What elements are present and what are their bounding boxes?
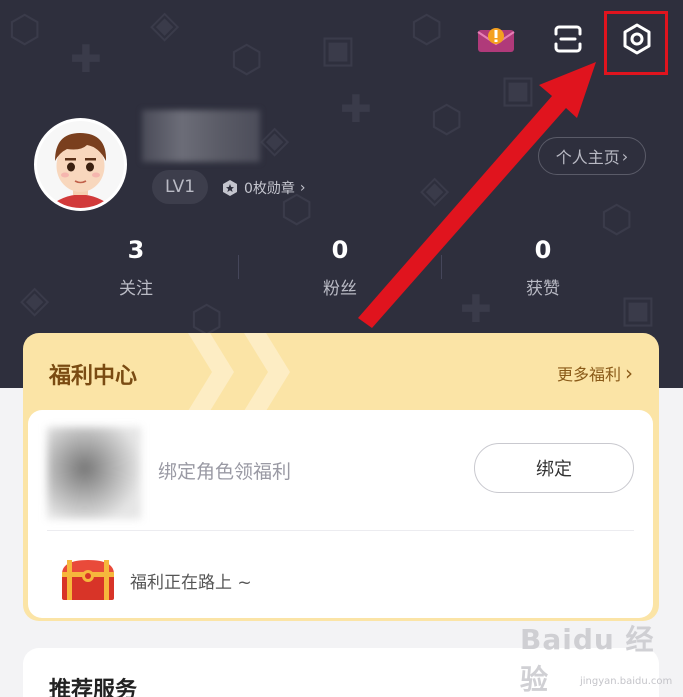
level-badge: LV1 — [152, 170, 208, 204]
stat-divider — [238, 255, 239, 279]
stat-divider — [441, 255, 442, 279]
chevron-right-icon: › — [621, 146, 629, 166]
bind-button[interactable]: 绑定 — [474, 443, 634, 493]
watermark-url: jingyan.baidu.com — [580, 676, 673, 687]
divider — [47, 530, 634, 531]
settings-highlight-box — [604, 11, 668, 75]
treasure-chest-icon — [58, 556, 118, 600]
medals-link[interactable]: 0枚勋章 › — [221, 176, 306, 200]
profile-header: ⬡ ✚ ◈ ⬡ ▣ ⬡ ◈ ✚ ⬡ ▣ ⬡ ◈ ⬡ ◈ ⬡ ✚ ▣ LV1 0枚… — [0, 0, 683, 388]
more-welfare-link[interactable]: 更多福利 › — [557, 361, 633, 385]
stat-likes[interactable]: 0 获赞 — [488, 236, 598, 299]
envelope-alert-icon[interactable] — [473, 16, 519, 62]
avatar[interactable] — [34, 118, 127, 211]
stat-following[interactable]: 3 关注 — [81, 236, 191, 299]
game-thumbnail-blurred — [47, 427, 141, 519]
stat-value: 3 — [127, 236, 145, 264]
stat-label: 关注 — [119, 279, 153, 299]
welfare-content: 绑定角色领福利 绑定 福利正在路上 ~ — [28, 410, 653, 618]
more-welfare-label: 更多福利 — [556, 365, 621, 384]
stat-value: 0 — [331, 236, 349, 264]
homepage-button[interactable]: 个人主页 › — [538, 137, 646, 175]
medals-label: 0枚勋章 — [244, 181, 295, 197]
welfare-center-card: 福利中心 更多福利 › 绑定角色领福利 绑定 福利正在路上 ~ — [23, 333, 659, 621]
stat-value: 0 — [534, 236, 552, 264]
medal-icon — [223, 180, 237, 196]
bind-role-text: 绑定角色领福利 — [158, 461, 292, 483]
homepage-label: 个人主页 — [555, 148, 620, 167]
stat-followers[interactable]: 0 粉丝 — [285, 236, 395, 299]
header-chevron-decoration — [188, 333, 290, 411]
level-label: LV1 — [164, 177, 196, 197]
services-title: 推荐服务 — [49, 678, 138, 697]
welfare-on-the-way-text: 福利正在路上 ~ — [130, 573, 252, 593]
scan-icon[interactable] — [545, 16, 591, 62]
chevron-right-icon: › — [299, 180, 306, 196]
welfare-title: 福利中心 — [49, 364, 138, 389]
username-blurred — [142, 110, 260, 162]
chevron-right-icon: › — [625, 361, 633, 385]
stat-label: 获赞 — [526, 279, 560, 299]
stat-label: 粉丝 — [323, 279, 357, 299]
